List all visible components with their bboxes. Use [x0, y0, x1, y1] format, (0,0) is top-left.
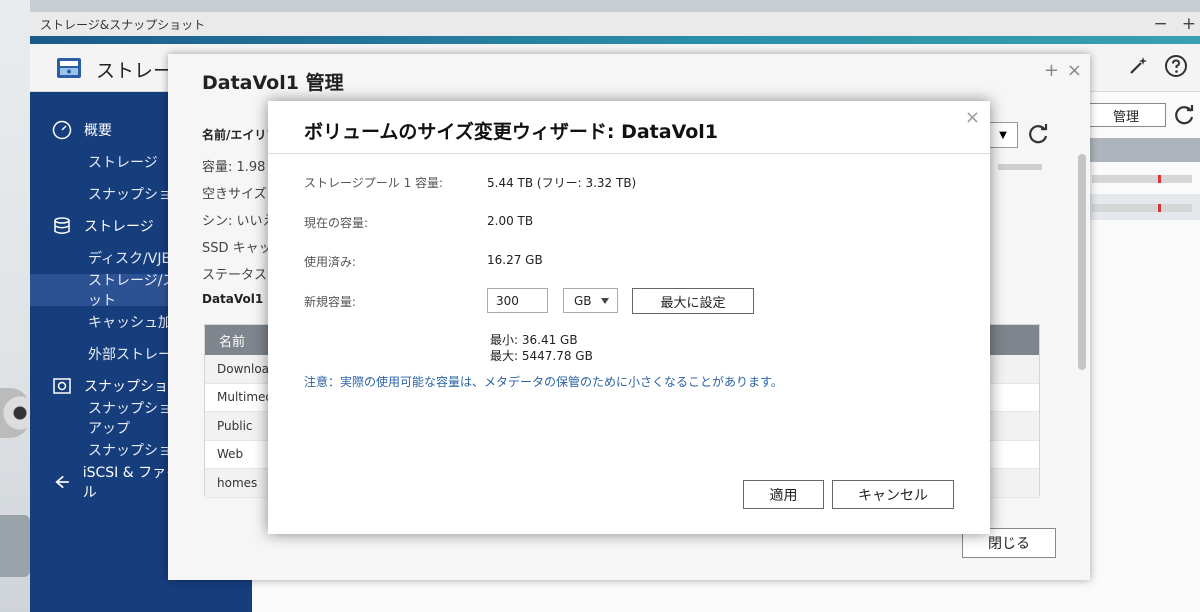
- unit-select[interactable]: GB: [563, 288, 618, 313]
- max-capacity-text: 最大: 5447.78 GB: [490, 349, 593, 363]
- sidebar-item-label: ストレージ: [88, 155, 158, 171]
- folder-name: Web: [217, 447, 244, 462]
- used-label: 使用済み:: [304, 255, 357, 269]
- scrollbar[interactable]: [1078, 154, 1086, 370]
- capacity-note: 注意：実際の使用可能な容量は、メタデータの保管のために小さくなることがあります。: [304, 375, 783, 389]
- database-icon: [54, 217, 70, 234]
- set-max-button[interactable]: 最大に設定: [632, 288, 754, 314]
- header-tools: [1126, 54, 1188, 78]
- mgmt-dialog-controls: + ×: [1044, 60, 1082, 81]
- refresh-icon[interactable]: [1172, 103, 1196, 127]
- chevron-down-icon: [601, 298, 609, 304]
- magic-wand-icon[interactable]: [1126, 54, 1150, 78]
- gauge-icon: [52, 120, 72, 140]
- column-header-name[interactable]: 名前: [219, 331, 245, 350]
- app-titlebar: ストレージ&スナップショット − +: [30, 12, 1200, 36]
- usage-bar: [998, 164, 1042, 170]
- maximize-button[interactable]: +: [1182, 14, 1196, 34]
- used-value: 16.27 GB: [487, 253, 543, 267]
- folder-name: Public: [217, 418, 253, 433]
- sidebar-item-label: ストレージ: [84, 219, 154, 235]
- wizard-title: ボリュームのサイズ変更ウィザード: DataVol1: [304, 121, 719, 143]
- desktop-widget: [0, 515, 30, 577]
- unit-select-value: GB: [574, 293, 592, 308]
- resize-wizard-dialog: ボリュームのサイズ変更ウィザード: DataVol1 × ストレージプール 1 …: [268, 101, 990, 534]
- snapshot-icon: [53, 378, 71, 394]
- desktop-widget: [0, 388, 30, 438]
- close-icon[interactable]: ×: [965, 107, 980, 128]
- mgmt-dialog-title: DataVol1 管理: [202, 72, 344, 94]
- cancel-button[interactable]: キャンセル: [832, 480, 954, 509]
- minimize-button[interactable]: −: [1154, 14, 1168, 34]
- pool-capacity-value: 5.44 TB (フリー: 3.32 TB): [487, 176, 637, 190]
- min-capacity-text: 最小: 36.41 GB: [490, 333, 578, 347]
- table-header-band: [1090, 138, 1200, 162]
- help-icon[interactable]: [1164, 54, 1188, 78]
- apply-button[interactable]: 適用: [743, 480, 824, 509]
- sidebar-item-label: 概要: [84, 123, 112, 139]
- window-title: ストレージ&スナップショット: [40, 17, 206, 32]
- maximize-button[interactable]: +: [1044, 60, 1059, 81]
- current-capacity-value: 2.00 TB: [487, 214, 534, 228]
- close-button[interactable]: ×: [1067, 60, 1082, 81]
- refresh-icon[interactable]: [1026, 122, 1050, 146]
- manage-button[interactable]: 管理: [1086, 103, 1166, 127]
- new-capacity-label: 新規容量:: [304, 295, 357, 309]
- current-capacity-label: 現在の容量:: [304, 216, 369, 230]
- new-capacity-input[interactable]: [487, 288, 548, 313]
- mgmt-field-thin: シン: いいえ: [202, 214, 276, 229]
- usage-bar: [1092, 175, 1192, 183]
- app-accent-strip: [30, 36, 1200, 44]
- pool-capacity-label: ストレージプール 1 容量:: [304, 176, 444, 190]
- folder-name: homes: [217, 475, 258, 490]
- iscsi-icon: [55, 475, 69, 489]
- divider: [268, 153, 990, 154]
- storage-app-icon: [57, 58, 81, 78]
- usage-bar: [1092, 204, 1192, 212]
- action-dropdown[interactable]: ▼: [988, 122, 1018, 148]
- window-controls: − +: [1154, 14, 1197, 34]
